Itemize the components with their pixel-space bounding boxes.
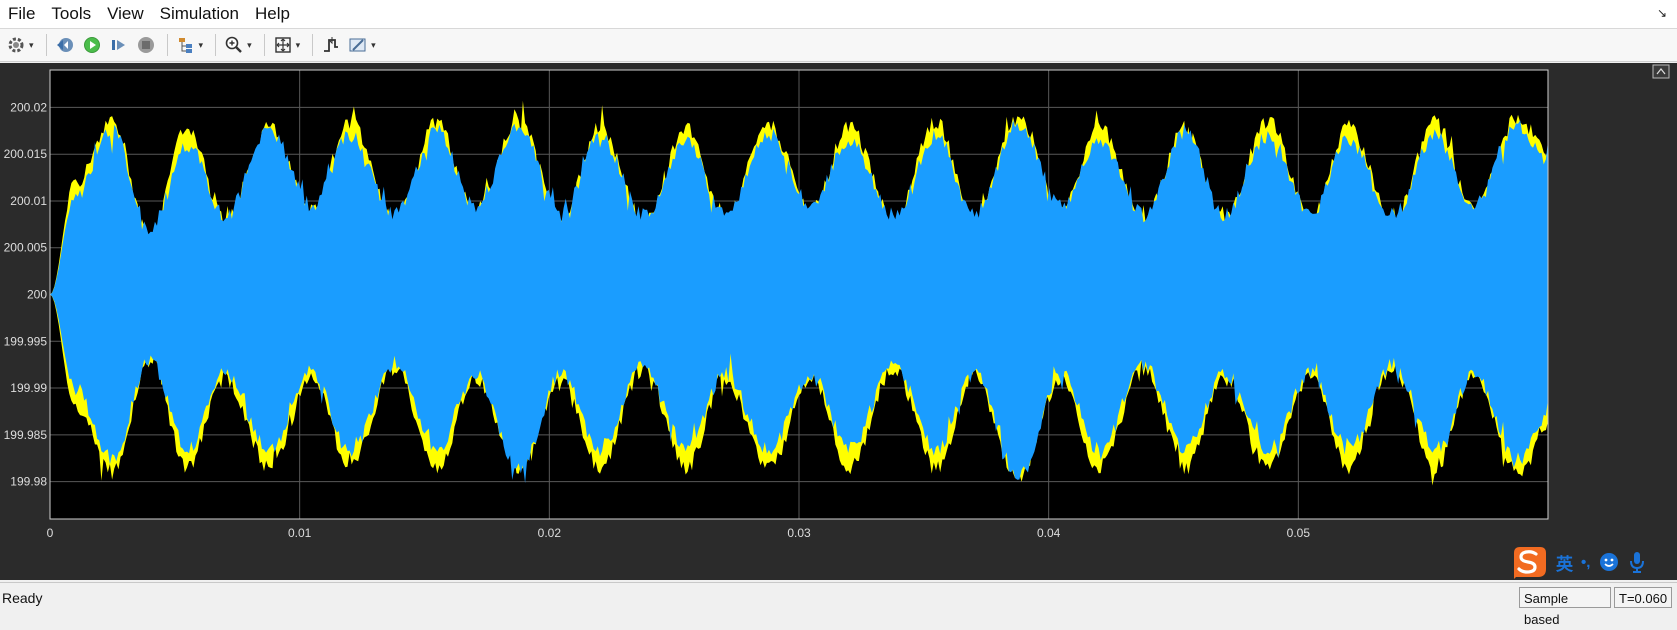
toolbar-separator bbox=[215, 34, 217, 56]
fit-dropdown-icon[interactable]: ▾ bbox=[296, 40, 301, 51]
ime-lang-label[interactable]: 英 bbox=[1556, 550, 1573, 575]
cursor-measurements-icon[interactable] bbox=[346, 33, 370, 57]
ime-punct-label[interactable]: •, bbox=[1581, 554, 1590, 571]
gear-icon[interactable] bbox=[4, 33, 28, 57]
y-tick-label: 200.02 bbox=[10, 100, 47, 114]
toolbar-separator bbox=[166, 34, 168, 56]
scope-plot: 0 0.01 0.02 0.03 0.04 0.05 199.98 199.985 199.99… bbox=[4, 64, 1670, 540]
menu-file[interactable]: File bbox=[0, 0, 43, 28]
fit-to-view-icon[interactable] bbox=[271, 33, 295, 57]
undock-arrow-icon[interactable]: ↘ bbox=[1657, 6, 1667, 20]
y-tick-label: 199.99 bbox=[10, 381, 47, 395]
gear-dropdown-icon[interactable]: ▾ bbox=[29, 40, 34, 51]
sample-mode-indicator: Sample based bbox=[1519, 587, 1611, 627]
menu-tools[interactable]: Tools bbox=[43, 0, 99, 28]
stop-icon[interactable] bbox=[134, 33, 158, 57]
run-icon[interactable] bbox=[80, 33, 104, 57]
triggers-icon[interactable] bbox=[319, 33, 343, 57]
x-tick-label: 0.04 bbox=[1037, 526, 1061, 540]
y-tick-label: 199.98 bbox=[10, 475, 47, 489]
zoom-dropdown-icon[interactable]: ▾ bbox=[247, 40, 252, 51]
x-tick-label: 0.03 bbox=[787, 526, 811, 540]
zoom-in-icon[interactable] bbox=[222, 33, 246, 57]
menu-view[interactable]: View bbox=[99, 0, 152, 28]
status-bar: Ready Sample based T=0.060 bbox=[0, 582, 1677, 627]
toolbar-separator bbox=[263, 34, 265, 56]
status-ready-text: Ready bbox=[2, 590, 43, 606]
scope-display: 0 0.01 0.02 0.03 0.04 0.05 199.98 199.985 199.99… bbox=[0, 63, 1677, 580]
signal-hierarchy-icon[interactable] bbox=[174, 33, 198, 57]
emoji-icon[interactable] bbox=[1598, 551, 1620, 573]
toolbar-separator bbox=[45, 34, 47, 56]
ime-toolbar: 英 •, bbox=[1510, 545, 1672, 579]
y-tick-label: 199.995 bbox=[4, 334, 48, 348]
toolbar: ▾ ▾ ▾ ▾ ▾ bbox=[0, 29, 1677, 62]
sogou-logo-icon[interactable] bbox=[1510, 545, 1548, 579]
y-tick-label: 200 bbox=[27, 288, 47, 302]
y-tick-label: 200.005 bbox=[4, 241, 48, 255]
y-tick-label: 200.01 bbox=[10, 194, 47, 208]
y-tick-label: 200.015 bbox=[4, 147, 48, 161]
x-tick-label: 0.05 bbox=[1287, 526, 1311, 540]
x-tick-label: 0.01 bbox=[288, 526, 312, 540]
expand-axes-icon[interactable] bbox=[1652, 64, 1670, 79]
menu-simulation[interactable]: Simulation bbox=[152, 0, 247, 28]
x-tick-label: 0.02 bbox=[538, 526, 562, 540]
x-tick-label: 0 bbox=[47, 526, 54, 540]
step-forward-icon[interactable] bbox=[107, 33, 131, 57]
step-back-icon[interactable] bbox=[53, 33, 77, 57]
menu-help[interactable]: Help bbox=[247, 0, 298, 28]
toolbar-separator bbox=[312, 34, 314, 56]
simulation-time-indicator: T=0.060 bbox=[1614, 587, 1672, 608]
y-tick-label: 199.985 bbox=[4, 428, 48, 442]
measurements-dropdown-icon[interactable]: ▾ bbox=[371, 40, 376, 51]
menu-bar: File Tools View Simulation Help ↘ bbox=[0, 0, 1677, 29]
microphone-icon[interactable] bbox=[1628, 550, 1646, 574]
signal-dropdown-icon[interactable]: ▾ bbox=[199, 40, 204, 51]
